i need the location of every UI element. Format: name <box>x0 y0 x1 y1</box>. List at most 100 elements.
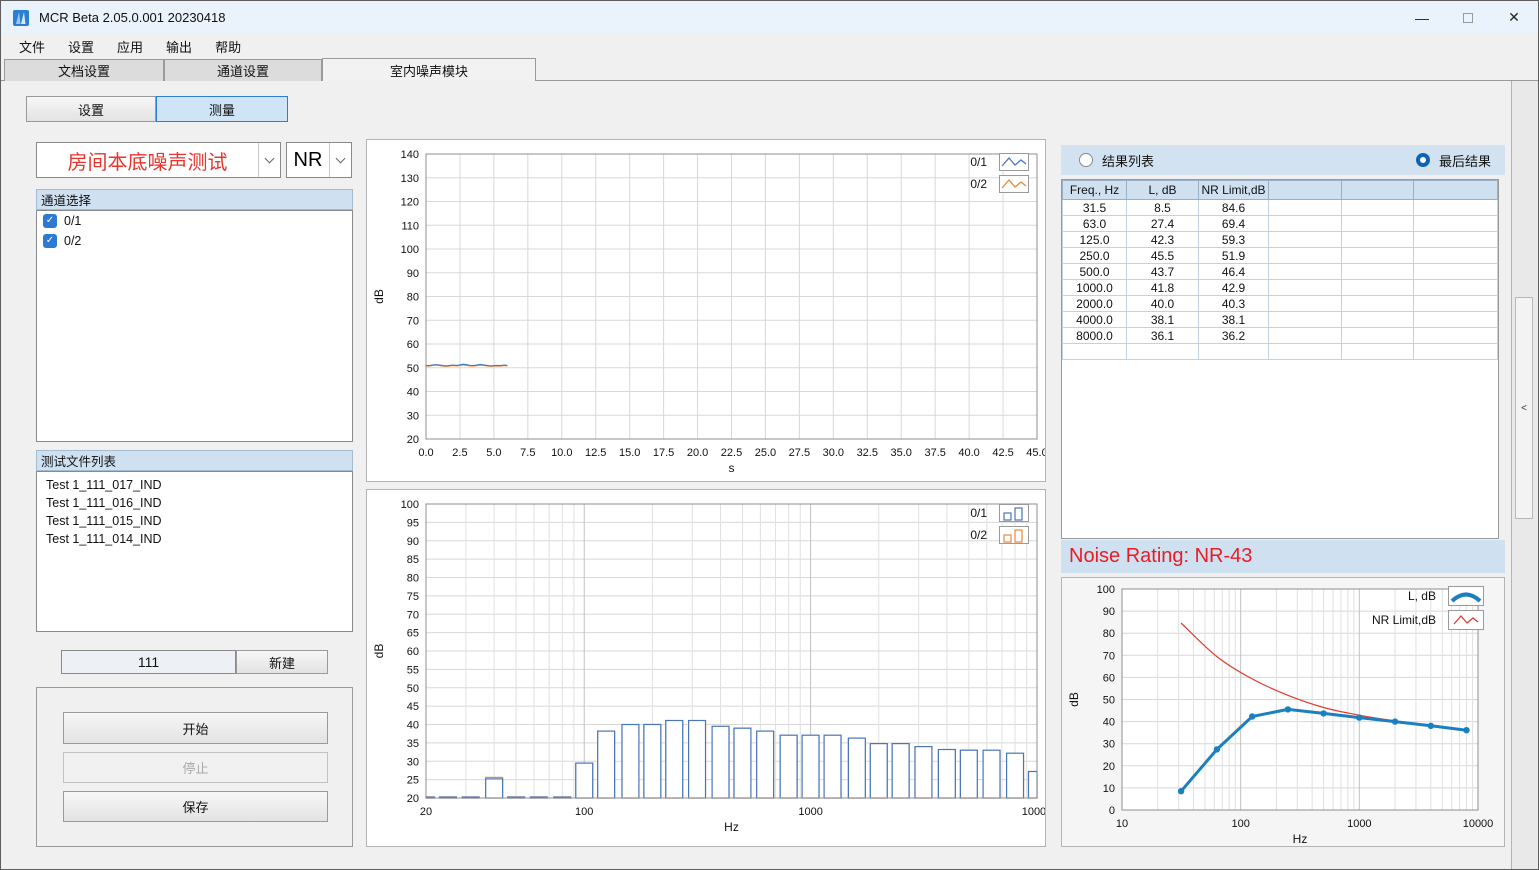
subtab-measure[interactable]: 测量 <box>156 96 288 122</box>
y-axis-tick-label: 25 <box>407 775 419 787</box>
menu-output[interactable]: 输出 <box>156 34 202 58</box>
table-cell: 69.4 <box>1199 216 1269 232</box>
test-name-field[interactable]: 111 <box>61 650 236 674</box>
y-axis-tick-label: 30 <box>407 410 419 422</box>
table-row[interactable]: 1000.041.842.9 <box>1063 280 1498 296</box>
table-cell <box>1342 312 1414 328</box>
main-content: 设置 测量 房间本底噪声测试 NR 通道选择 ✓ 0/1 ✓ 0/2 测试文件列… <box>1 80 1538 869</box>
menu-settings[interactable]: 设置 <box>58 34 104 58</box>
tab-document-settings[interactable]: 文档设置 <box>4 59 164 81</box>
test-type-dropdown-button[interactable] <box>258 143 280 177</box>
channel-select-header: 通道选择 <box>36 189 353 210</box>
table-cell: 41.8 <box>1127 280 1199 296</box>
legend-label: 0/1 <box>970 155 987 169</box>
y-axis-tick-label: 100 <box>401 244 419 256</box>
channel-item-0-2[interactable]: ✓ 0/2 <box>37 231 352 251</box>
channel-item-0-1[interactable]: ✓ 0/1 <box>37 211 352 231</box>
subtab-settings[interactable]: 设置 <box>26 96 156 122</box>
data-point-marker <box>1249 713 1255 719</box>
y-axis-tick-label: 60 <box>1103 672 1115 684</box>
bar-0/1 <box>870 744 887 798</box>
table-header-cell <box>1342 181 1414 200</box>
radio-group-results-list[interactable]: 结果列表 <box>1079 151 1154 170</box>
data-point-marker <box>1285 706 1291 712</box>
rating-select[interactable]: NR <box>286 142 352 178</box>
bar-0/1 <box>757 731 774 798</box>
bar-0/1 <box>780 735 797 798</box>
menu-bar: 文件 设置 应用 输出 帮助 <box>1 34 1538 58</box>
table-row[interactable]: 31.58.584.6 <box>1063 200 1498 216</box>
data-point-marker <box>1178 788 1184 794</box>
table-row[interactable]: 250.045.551.9 <box>1063 248 1498 264</box>
y-axis-tick-label: 130 <box>401 173 419 185</box>
table-cell: 8.5 <box>1127 200 1199 216</box>
table-cell <box>1414 200 1498 216</box>
table-cell: 40.3 <box>1199 296 1269 312</box>
bar-0/1 <box>576 763 593 798</box>
menu-file[interactable]: 文件 <box>9 34 55 58</box>
radio-selected-icon[interactable] <box>1416 153 1430 167</box>
window-title: MCR Beta 2.05.0.001 20230418 <box>39 10 225 25</box>
table-row[interactable]: 500.043.746.4 <box>1063 264 1498 280</box>
bar-0/1 <box>486 779 503 798</box>
table-row[interactable]: 125.042.359.3 <box>1063 232 1498 248</box>
x-axis-tick-label: 7.5 <box>520 447 535 459</box>
y-axis-tick-label: 60 <box>407 646 419 658</box>
radio-group-last-result[interactable]: 最后结果 <box>1416 151 1491 170</box>
legend-label: L, dB <box>1408 589 1436 603</box>
checkbox-checked-icon[interactable]: ✓ <box>43 234 57 248</box>
table-header-cell <box>1269 181 1342 200</box>
table-row[interactable]: 63.027.469.4 <box>1063 216 1498 232</box>
y-axis-tick-label: 20 <box>407 434 419 446</box>
table-row[interactable] <box>1063 344 1498 360</box>
table-cell <box>1414 344 1498 360</box>
legend-item: 0/1 <box>970 152 1029 171</box>
table-cell: 51.9 <box>1199 248 1269 264</box>
radio-unselected-icon[interactable] <box>1079 153 1093 167</box>
y-axis-tick-label: 110 <box>401 220 419 232</box>
file-list-header: 测试文件列表 <box>36 450 353 471</box>
y-axis-tick-label: 50 <box>1103 695 1115 707</box>
new-button[interactable]: 新建 <box>236 650 328 674</box>
table-header-cell <box>1414 181 1498 200</box>
tab-channel-settings[interactable]: 通道设置 <box>164 59 322 81</box>
legend-swatch-line-icon <box>1448 610 1484 630</box>
table-cell <box>1063 344 1127 360</box>
list-item[interactable]: Test 1_111_015_IND <box>37 512 352 530</box>
title-bar: MCR Beta 2.05.0.001 20230418 — ✕ <box>1 1 1538 34</box>
bar-0/1 <box>915 747 932 798</box>
list-item[interactable]: Test 1_111_017_IND <box>37 476 352 494</box>
start-button[interactable]: 开始 <box>63 712 328 744</box>
menu-help[interactable]: 帮助 <box>205 34 251 58</box>
table-cell <box>1414 280 1498 296</box>
rating-dropdown-button[interactable] <box>329 143 351 177</box>
save-button[interactable]: 保存 <box>63 791 328 822</box>
maximize-button[interactable] <box>1445 1 1491 34</box>
legend-swatch-thick-icon <box>1448 586 1484 606</box>
x-axis-tick-label: 40.0 <box>958 447 979 459</box>
y-axis-tick-label: 40 <box>407 387 419 399</box>
close-button[interactable]: ✕ <box>1491 1 1537 34</box>
legend-item: L, dB <box>1372 585 1484 606</box>
maximize-icon <box>1463 13 1473 23</box>
table-row[interactable]: 8000.036.136.2 <box>1063 328 1498 344</box>
collapse-panel-handle[interactable]: < <box>1515 297 1533 519</box>
checkbox-checked-icon[interactable]: ✓ <box>43 214 57 228</box>
minimize-button[interactable]: — <box>1399 1 1445 34</box>
x-axis-tick-label: 37.5 <box>924 447 945 459</box>
tab-indoor-noise-module[interactable]: 室内噪声模块 <box>322 58 536 81</box>
list-item[interactable]: Test 1_111_016_IND <box>37 494 352 512</box>
menu-apply[interactable]: 应用 <box>107 34 153 58</box>
x-axis-label: Hz <box>724 820 739 834</box>
table-cell: 1000.0 <box>1063 280 1127 296</box>
bar-0/1 <box>938 750 955 799</box>
table-cell <box>1414 312 1498 328</box>
list-item[interactable]: Test 1_111_014_IND <box>37 530 352 548</box>
test-type-select[interactable]: 房间本底噪声测试 <box>36 142 281 178</box>
table-cell <box>1342 280 1414 296</box>
table-row[interactable]: 4000.038.138.1 <box>1063 312 1498 328</box>
test-type-value: 房间本底噪声测试 <box>37 143 258 177</box>
radio-label: 结果列表 <box>1102 151 1154 170</box>
table-cell: 46.4 <box>1199 264 1269 280</box>
table-row[interactable]: 2000.040.040.3 <box>1063 296 1498 312</box>
